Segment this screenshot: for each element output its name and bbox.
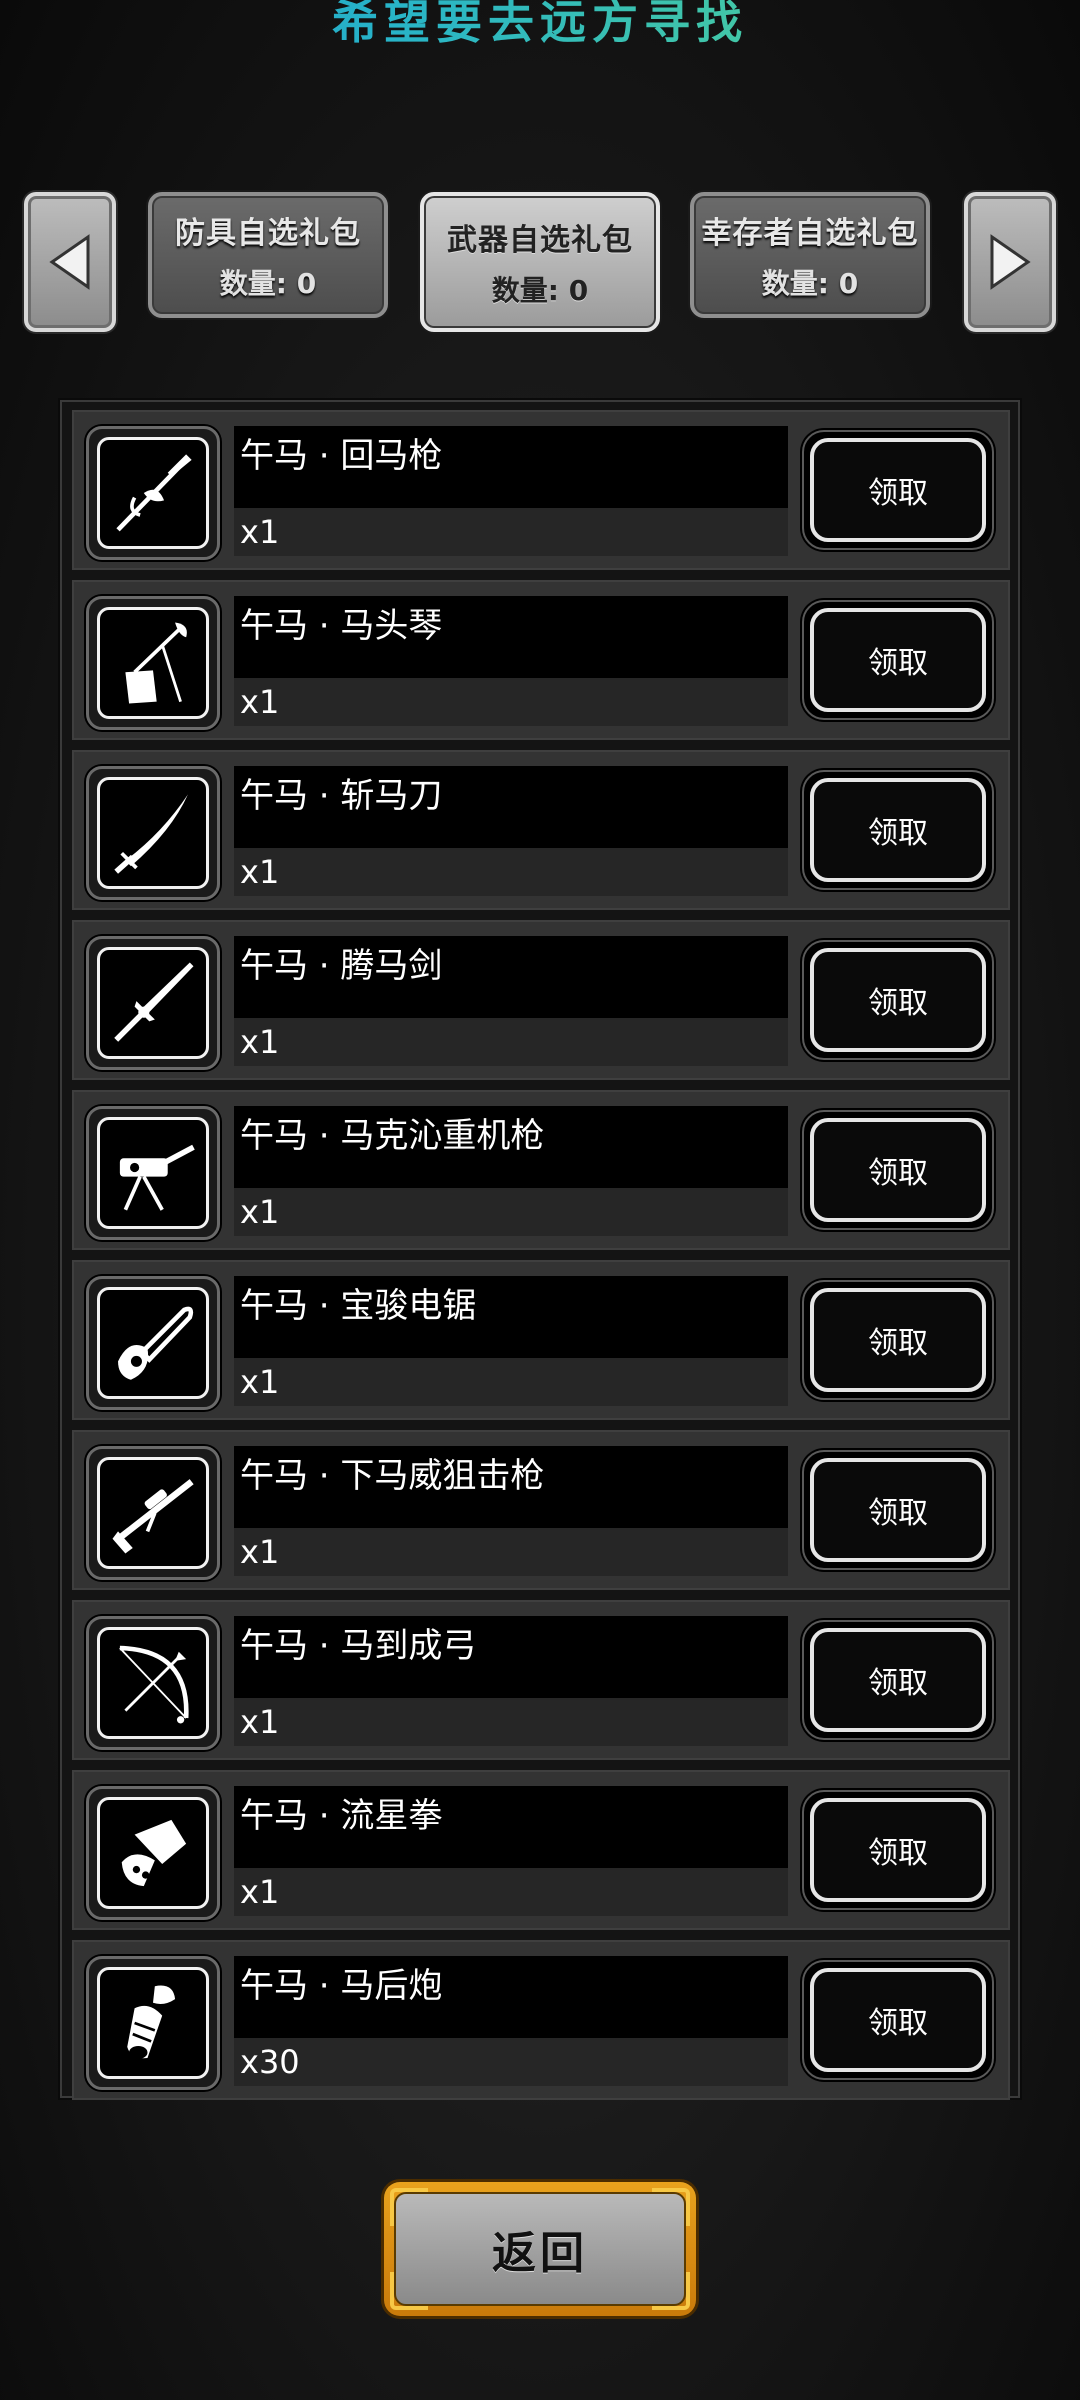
claim-button[interactable]: 领取: [802, 1280, 994, 1400]
list-item: 午马 · 回马枪 x1 领取: [72, 410, 1010, 570]
claim-button[interactable]: 领取: [802, 600, 994, 720]
back-button[interactable]: 返回: [384, 2182, 696, 2316]
tab-weapon-pack-count: 数量: 0: [491, 274, 589, 307]
tab-scroll-left-button[interactable]: [24, 192, 116, 332]
back-button-label: 返回: [492, 2228, 588, 2279]
item-quantity: x30: [234, 2038, 788, 2086]
bow-icon: [119, 1645, 189, 1724]
heavy-machine-gun-icon: [119, 1144, 195, 1211]
tab-armor-pack-label: 防具自选礼包: [175, 216, 361, 251]
list-item: 午马 · 斩马刀 x1 领取: [72, 750, 1010, 910]
item-name: 午马 · 斩马刀: [234, 766, 788, 848]
banner-title: 希望要去远方寻找: [0, 0, 1080, 50]
item-quantity: x1: [234, 1868, 788, 1916]
gauntlet-icon: [121, 1819, 187, 1887]
claim-button[interactable]: 领取: [802, 1110, 994, 1230]
item-name: 午马 · 腾马剑: [234, 936, 788, 1018]
item-name: 午马 · 马后炮: [234, 1956, 788, 2038]
list-item: 午马 · 流星拳 x1 领取: [72, 1770, 1010, 1930]
item-icon-frame: [86, 596, 220, 730]
claim-button[interactable]: 领取: [802, 1790, 994, 1910]
item-quantity: x1: [234, 1528, 788, 1576]
item-quantity: x1: [234, 508, 788, 556]
right-arrow-icon: [990, 234, 1031, 290]
item-quantity: x1: [234, 1698, 788, 1746]
item-name: 午马 · 马头琴: [234, 596, 788, 678]
item-quantity: x1: [234, 678, 788, 726]
item-icon-frame: [86, 1616, 220, 1750]
cannon-icon: [127, 1985, 176, 2059]
tab-survivor-pack[interactable]: 幸存者自选礼包 数量: 0: [690, 192, 930, 318]
chainsaw-icon: [118, 1306, 194, 1380]
item-name: 午马 · 回马枪: [234, 426, 788, 508]
claim-button[interactable]: 领取: [802, 430, 994, 550]
item-quantity: x1: [234, 1188, 788, 1236]
item-icon-frame: [86, 936, 220, 1070]
tab-scroll-right-button[interactable]: [964, 192, 1056, 332]
claim-button[interactable]: 领取: [802, 1620, 994, 1740]
list-item: 午马 · 下马威狙击枪 x1 领取: [72, 1430, 1010, 1590]
item-name: 午马 · 下马威狙击枪: [234, 1446, 788, 1528]
list-item: 午马 · 马后炮 x30 领取: [72, 1940, 1010, 2100]
tab-survivor-pack-count: 数量: 0: [761, 267, 859, 300]
list-item: 午马 · 马头琴 x1 领取: [72, 580, 1010, 740]
sword-icon: [114, 962, 194, 1042]
item-quantity: x1: [234, 1358, 788, 1406]
horsehead-fiddle-icon: [125, 622, 187, 704]
tab-weapon-pack-label: 武器自选礼包: [447, 223, 633, 258]
claim-button[interactable]: 领取: [802, 940, 994, 1060]
item-icon-frame: [86, 1446, 220, 1580]
list-item: 午马 · 马克沁重机枪 x1 领取: [72, 1090, 1010, 1250]
item-icon-frame: [86, 1956, 220, 2090]
item-icon-frame: [86, 426, 220, 560]
tab-weapon-pack[interactable]: 武器自选礼包 数量: 0: [420, 192, 660, 332]
weapon-list-panel[interactable]: 午马 · 回马枪 x1 领取 午马 · 马头琴 x1 领取 午马 · 斩马刀 x…: [60, 400, 1020, 2100]
item-quantity: x1: [234, 1018, 788, 1066]
tab-armor-pack-count: 数量: 0: [219, 267, 317, 300]
left-arrow-icon: [49, 234, 90, 290]
list-item: 午马 · 马到成弓 x1 领取: [72, 1600, 1010, 1760]
item-name: 午马 · 宝骏电锯: [234, 1276, 788, 1358]
tab-armor-pack[interactable]: 防具自选礼包 数量: 0: [148, 192, 388, 318]
sniper-rifle-icon: [112, 1479, 194, 1554]
item-name: 午马 · 流星拳: [234, 1786, 788, 1868]
item-icon-frame: [86, 766, 220, 900]
claim-button[interactable]: 领取: [802, 770, 994, 890]
claim-button[interactable]: 领取: [802, 1960, 994, 2080]
claim-button[interactable]: 领取: [802, 1450, 994, 1570]
spear-icon: [116, 454, 192, 532]
item-name: 午马 · 马克沁重机枪: [234, 1106, 788, 1188]
item-quantity: x1: [234, 848, 788, 896]
list-item: 午马 · 腾马剑 x1 领取: [72, 920, 1010, 1080]
saber-icon: [114, 794, 188, 874]
item-icon-frame: [86, 1106, 220, 1240]
tab-survivor-pack-label: 幸存者自选礼包: [701, 216, 919, 251]
list-item: 午马 · 宝骏电锯 x1 领取: [72, 1260, 1010, 1420]
item-icon-frame: [86, 1276, 220, 1410]
item-name: 午马 · 马到成弓: [234, 1616, 788, 1698]
item-icon-frame: [86, 1786, 220, 1920]
